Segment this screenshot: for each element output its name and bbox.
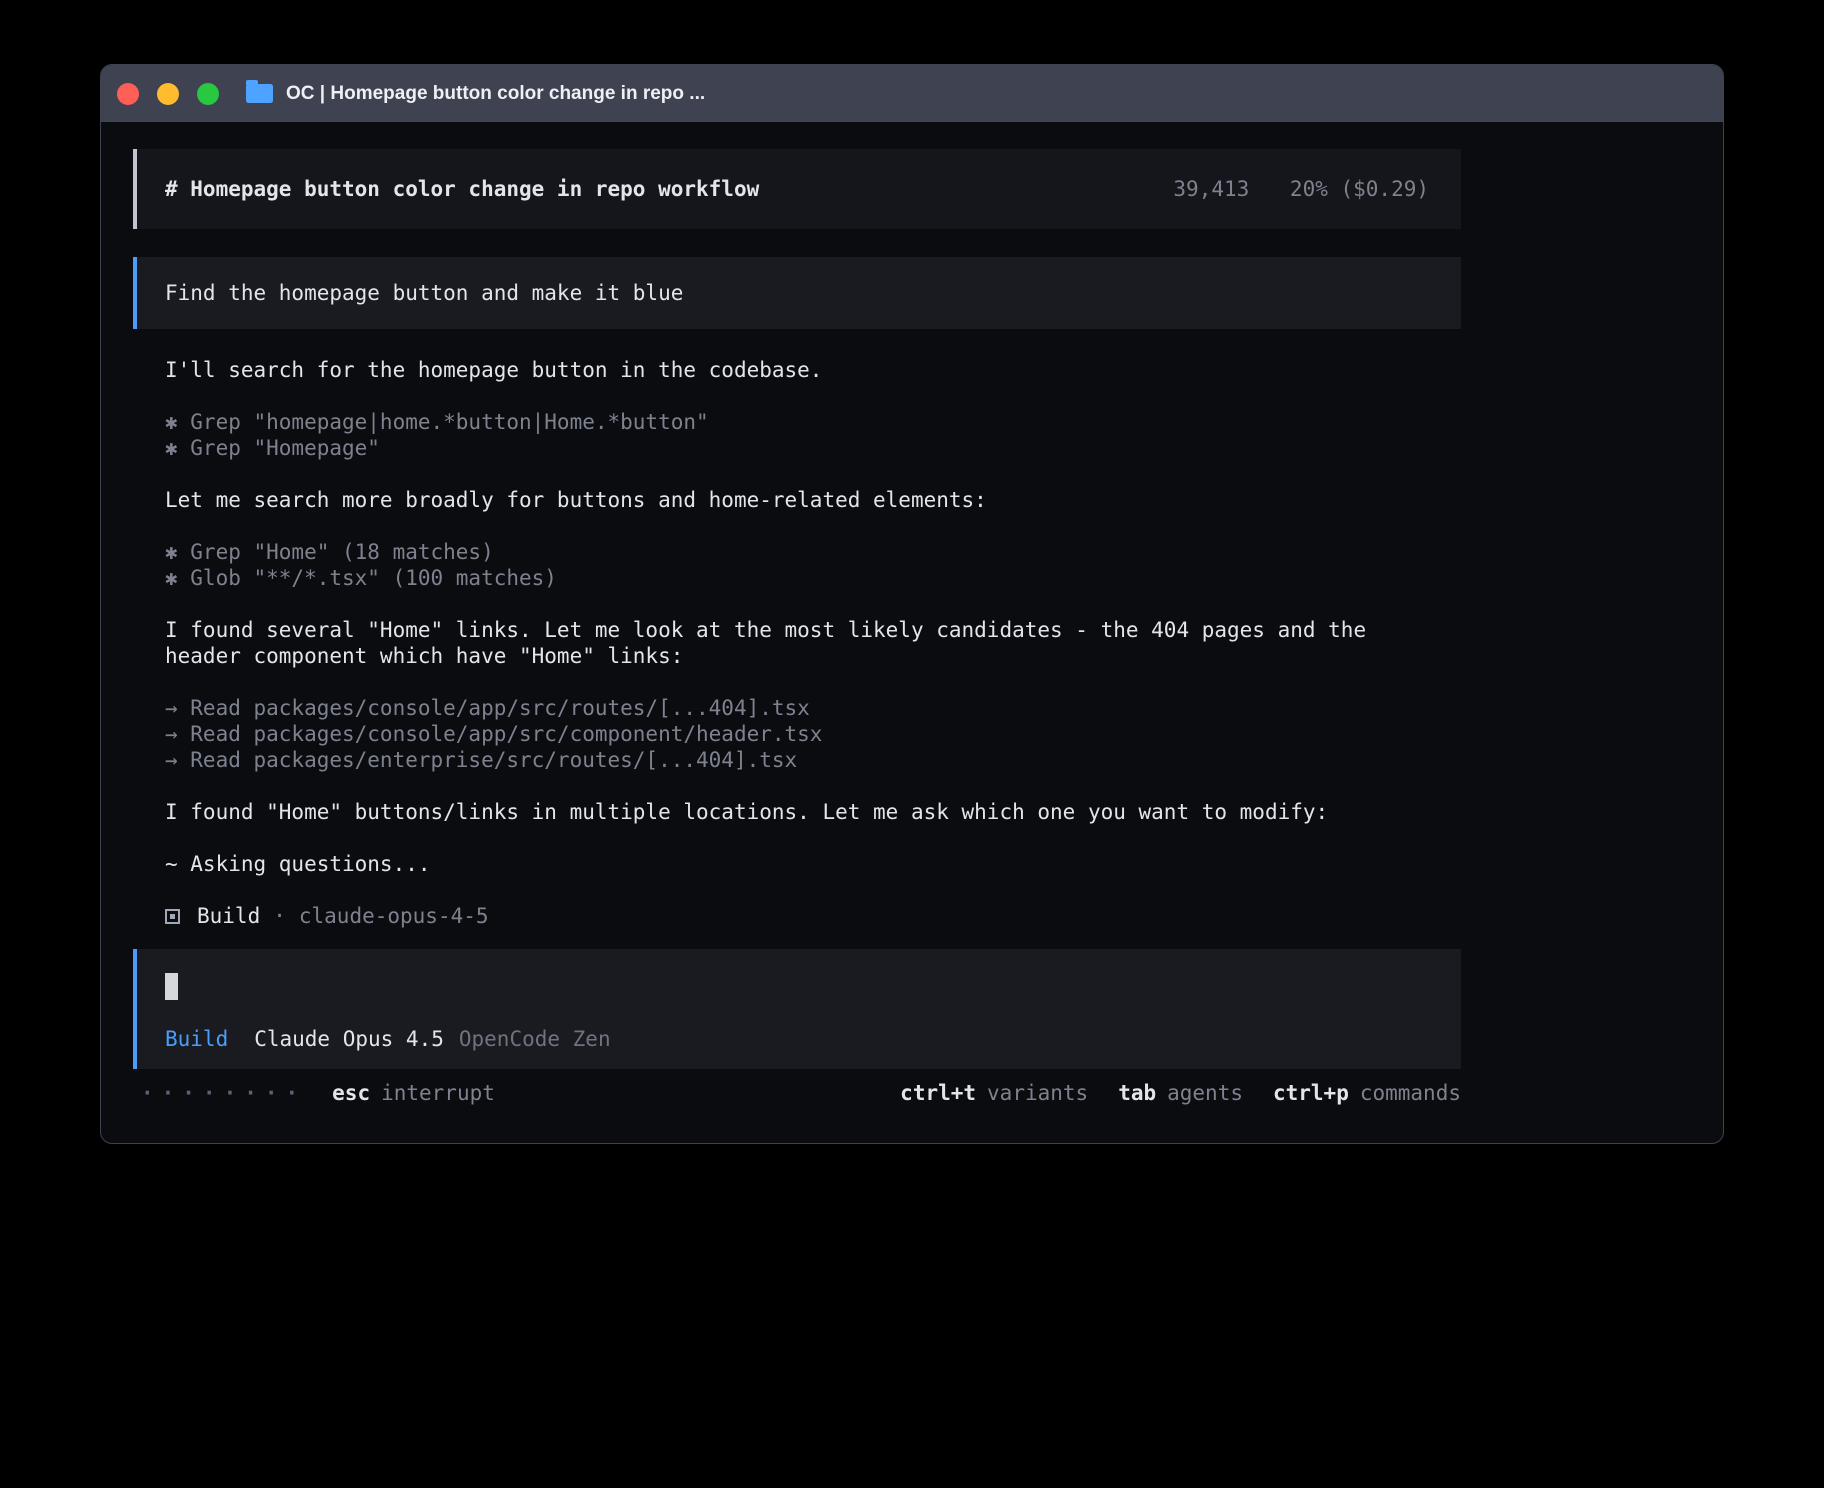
assistant-text: Let me search more broadly for buttons a… — [165, 487, 1425, 513]
tool-call-read: → Read packages/enterprise/src/routes/[.… — [165, 747, 1461, 773]
text-cursor — [165, 973, 178, 1000]
tool-call-read: → Read packages/console/app/src/componen… — [165, 721, 1461, 747]
user-message-text: Find the homepage button and make it blu… — [165, 281, 683, 305]
window-controls — [117, 83, 219, 105]
separator-dot: · — [273, 903, 286, 929]
mode-label: Build — [165, 1026, 228, 1052]
tool-call-grep: ✱ Grep "Homepage" — [165, 435, 1461, 461]
shortcut-key: ctrl+t — [900, 1081, 976, 1105]
tool-call-grep: ✱ Grep "Home" (18 matches) — [165, 539, 1461, 565]
close-button[interactable] — [117, 83, 139, 105]
shortcut-key: ctrl+p — [1273, 1081, 1349, 1105]
agent-name: Build — [197, 903, 260, 929]
window-title: OC | Homepage button color change in rep… — [286, 83, 705, 105]
assistant-text: I found several "Home" links. Let me loo… — [165, 617, 1425, 669]
assistant-text: I found "Home" buttons/links in multiple… — [165, 799, 1425, 825]
model-label: Claude Opus 4.5 — [254, 1026, 444, 1052]
session-title: # Homepage button color change in repo w… — [165, 177, 759, 201]
shortcut-agents: tab agents — [1118, 1081, 1243, 1105]
agent-model: claude-opus-4-5 — [299, 903, 489, 929]
assistant-text: I'll search for the homepage button in t… — [165, 357, 1425, 383]
token-count: 39,413 — [1173, 177, 1249, 201]
shortcut-interrupt: esc interrupt — [332, 1081, 495, 1105]
status-bar: ········ esc interrupt ctrl+t variants t… — [133, 1079, 1461, 1107]
spinner-dots-icon: ········ — [141, 1081, 306, 1105]
tool-call-glob: ✱ Glob "**/*.tsx" (100 matches) — [165, 565, 1461, 591]
shortcut-group-right: ctrl+t variants tab agents ctrl+p comman… — [900, 1081, 1461, 1105]
provider-label: OpenCode Zen — [459, 1026, 611, 1052]
user-message: Find the homepage button and make it blu… — [133, 257, 1461, 329]
context-usage: 20% ($0.29) — [1290, 177, 1429, 201]
checkbox-badge-icon — [165, 909, 180, 924]
zoom-button[interactable] — [197, 83, 219, 105]
input-meta: Build Claude Opus 4.5 OpenCode Zen — [165, 1026, 1433, 1052]
shortcut-key: esc — [332, 1081, 370, 1105]
minimize-button[interactable] — [157, 83, 179, 105]
conversation: I'll search for the homepage button in t… — [133, 357, 1461, 929]
tool-call-read: → Read packages/console/app/src/routes/[… — [165, 695, 1461, 721]
folder-icon — [246, 84, 273, 103]
shortcut-label: interrupt — [381, 1081, 495, 1105]
shortcut-variants: ctrl+t variants — [900, 1081, 1088, 1105]
terminal-content: # Homepage button color change in repo w… — [101, 122, 1723, 1144]
session-header: # Homepage button color change in repo w… — [133, 149, 1461, 229]
terminal-window: OC | Homepage button color change in rep… — [100, 64, 1724, 1144]
prompt-input[interactable]: Build Claude Opus 4.5 OpenCode Zen — [133, 949, 1461, 1069]
shortcut-commands: ctrl+p commands — [1273, 1081, 1461, 1105]
shortcut-key: tab — [1118, 1081, 1156, 1105]
shortcut-label: variants — [987, 1081, 1088, 1105]
shortcut-label: agents — [1167, 1081, 1243, 1105]
shortcut-label: commands — [1360, 1081, 1461, 1105]
window-titlebar[interactable]: OC | Homepage button color change in rep… — [101, 65, 1723, 122]
tool-call-grep: ✱ Grep "homepage|home.*button|Home.*butt… — [165, 409, 1461, 435]
working-status: ~ Asking questions... — [165, 851, 1461, 877]
session-stats: 39,413 20% ($0.29) — [1173, 177, 1429, 201]
agent-status-line: Build · claude-opus-4-5 — [165, 903, 1461, 929]
